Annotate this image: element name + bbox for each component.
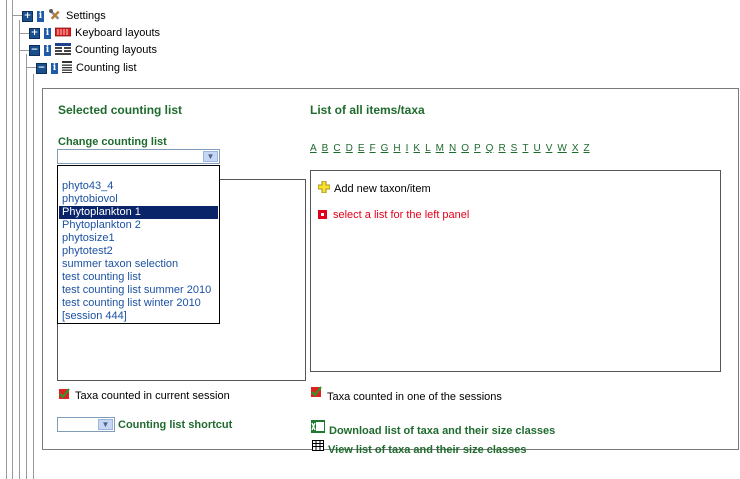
taxa-current-session-legend: Taxa counted in current session	[75, 390, 230, 402]
tree-connector	[12, 15, 22, 16]
plus-icon[interactable]	[317, 180, 331, 196]
dropdown-option[interactable]: Phytoplankton 2	[59, 219, 218, 232]
tree-node-settings[interactable]: + i Settings	[22, 7, 106, 25]
dropdown-option[interactable]: summer taxon selection	[59, 258, 218, 271]
excel-icon[interactable]	[311, 420, 325, 436]
keyboard-icon	[54, 27, 72, 40]
letter-link[interactable]: V	[546, 143, 553, 154]
dropdown-option[interactable]: phytobiovol	[59, 193, 218, 206]
tree-guide-line	[33, 74, 34, 479]
dropdown-option[interactable]: test counting list	[59, 271, 218, 284]
dropdown-option[interactable]: phytosize1	[59, 232, 218, 245]
all-taxa-list[interactable]	[310, 170, 721, 372]
info-icon[interactable]: i	[51, 62, 58, 74]
letter-link[interactable]: T	[522, 143, 528, 154]
counting-list-select[interactable]: ▼	[57, 149, 220, 164]
letter-link[interactable]: S	[511, 143, 518, 154]
tree-node-counting-layouts[interactable]: − i Counting layouts	[29, 41, 157, 59]
chevron-down-icon[interactable]: ▼	[98, 419, 113, 430]
collapse-icon[interactable]: −	[36, 62, 47, 74]
letter-link[interactable]: A	[310, 143, 317, 154]
tree-guide-line	[19, 20, 20, 479]
dropdown-option-selected[interactable]: Phytoplankton 1	[59, 206, 218, 219]
tree-connector	[19, 50, 29, 51]
select-list-prompt: select a list for the left panel	[333, 209, 470, 221]
letter-link[interactable]: N	[449, 143, 456, 154]
counting-list-shortcut-select[interactable]: ▼	[57, 417, 115, 432]
letter-link[interactable]: O	[461, 143, 469, 154]
letter-link[interactable]: F	[369, 143, 375, 154]
dropdown-option[interactable]: [session 444]	[59, 310, 218, 323]
list-all-items-heading: List of all items/taxa	[310, 103, 425, 117]
expand-icon[interactable]: +	[29, 27, 40, 39]
dropdown-option[interactable]: test counting list winter 2010	[59, 297, 218, 310]
tree-guide-line	[12, 0, 13, 479]
tools-icon	[48, 8, 62, 25]
letter-link[interactable]: G	[381, 143, 389, 154]
tree-node-counting-list[interactable]: − i Counting list	[36, 59, 137, 77]
letter-link[interactable]: I	[406, 143, 409, 154]
tree-guide-line	[26, 54, 27, 479]
letter-link[interactable]: C	[333, 143, 340, 154]
letter-link[interactable]: K	[413, 143, 420, 154]
letter-link[interactable]: E	[358, 143, 365, 154]
letter-link[interactable]: W	[557, 143, 566, 154]
counting-list-shortcut-label: Counting list shortcut	[118, 419, 233, 431]
letter-link[interactable]: M	[436, 143, 444, 154]
letter-link[interactable]: Q	[486, 143, 494, 154]
letter-link[interactable]: X	[572, 143, 579, 154]
download-taxa-link[interactable]: Download list of taxa and their size cla…	[329, 425, 555, 437]
tree-label: Counting layouts	[75, 44, 157, 56]
letter-link[interactable]: U	[533, 143, 540, 154]
tree-label: Counting list	[76, 62, 137, 74]
dropdown-option[interactable]: phyto43_4	[59, 180, 218, 193]
layout-icon	[55, 42, 71, 58]
check-flag-icon	[59, 388, 70, 402]
info-icon[interactable]: i	[37, 10, 44, 22]
table-icon[interactable]	[312, 440, 324, 454]
info-icon[interactable]: i	[44, 44, 51, 56]
letter-link[interactable]: B	[322, 143, 329, 154]
list-icon	[62, 60, 72, 76]
tree-label: Keyboard layouts	[75, 27, 160, 39]
collapse-icon[interactable]: −	[29, 44, 40, 56]
taxa-one-session-legend: Taxa counted in one of the sessions	[327, 391, 502, 403]
alphabet-index: A B C D E F G H I K L M N O P Q R S T U …	[310, 143, 595, 154]
tree-label: Settings	[66, 10, 106, 22]
view-taxa-link[interactable]: View list of taxa and their size classes	[328, 444, 527, 456]
dropdown-option[interactable]: test counting list summer 2010	[59, 284, 218, 297]
counting-list-dropdown[interactable]: phyto43_4 phytobiovol Phytoplankton 1 Ph…	[57, 165, 220, 324]
add-new-taxon-link[interactable]: Add new taxon/item	[334, 183, 431, 195]
tree-node-keyboard-layouts[interactable]: + i Keyboard layouts	[29, 24, 160, 42]
info-icon[interactable]: i	[44, 27, 51, 39]
chevron-down-icon[interactable]: ▼	[203, 151, 218, 162]
letter-link[interactable]: R	[498, 143, 505, 154]
change-counting-list-label: Change counting list	[58, 136, 167, 148]
expand-icon[interactable]: +	[22, 10, 33, 22]
tree-connector	[26, 67, 36, 68]
tree-guide-line	[6, 0, 7, 479]
letter-link[interactable]: L	[425, 143, 431, 154]
tree-connector	[19, 33, 29, 34]
selected-counting-list-heading: Selected counting list	[58, 103, 183, 117]
dropdown-option[interactable]: phytotest2	[59, 245, 218, 258]
error-icon	[318, 210, 327, 222]
dropdown-option[interactable]	[59, 167, 218, 180]
check-flag-icon	[311, 386, 322, 400]
letter-link[interactable]: P	[474, 143, 481, 154]
letter-link[interactable]: H	[393, 143, 400, 154]
letter-link[interactable]: Z	[583, 143, 589, 154]
letter-link[interactable]: D	[346, 143, 353, 154]
